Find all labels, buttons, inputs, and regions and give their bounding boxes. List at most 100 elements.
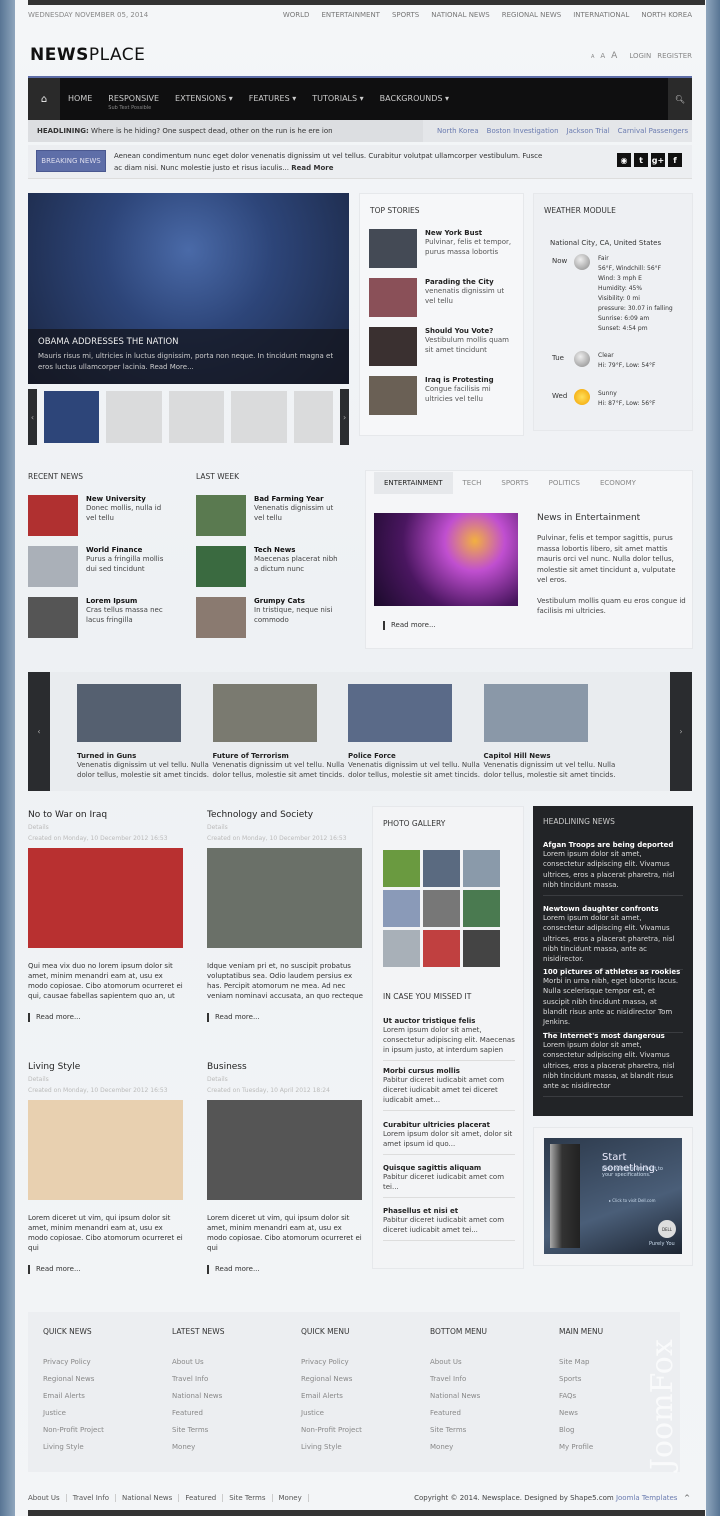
carousel-title[interactable]: Police Force	[348, 752, 480, 760]
news-title[interactable]: New University	[86, 495, 171, 503]
footer-link[interactable]: Email Alerts	[43, 1388, 104, 1405]
story-title[interactable]: Should You Vote?	[425, 327, 515, 335]
tab-sports[interactable]: SPORTS	[491, 472, 538, 494]
carousel-image[interactable]	[77, 684, 181, 742]
chevron-right-icon[interactable]: ›	[670, 672, 692, 791]
ad-image[interactable]: Start something. Dell systems are built …	[544, 1138, 682, 1254]
headlining-item[interactable]: The Internet's most dangerous Lorem ipsum…	[543, 1032, 683, 1098]
google-plus-icon[interactable]: g+	[651, 153, 665, 167]
news-image[interactable]	[196, 546, 246, 587]
news-title[interactable]: World Finance	[86, 546, 171, 554]
missed-item[interactable]: Ut auctor tristique felis Lorem ipsum dol…	[383, 1017, 515, 1061]
font-medium-button[interactable]: A	[600, 52, 605, 60]
read-more-link[interactable]: Read more...	[28, 1265, 184, 1274]
missed-item[interactable]: Phasellus et nisi et Pabitur diceret iudi…	[383, 1207, 515, 1241]
footer-link[interactable]: Privacy Policy	[301, 1354, 362, 1371]
top-nav-link[interactable]: INTERNATIONAL	[573, 11, 629, 19]
gallery-thumb[interactable]	[423, 930, 460, 967]
hero-slide[interactable]: OBAMA ADDRESSES THE NATION Mauris risus m…	[28, 193, 349, 384]
tab-politics[interactable]: POLITICS	[539, 472, 590, 494]
headlining-item[interactable]: 100 pictures of athletes as rookies Morbi…	[543, 968, 683, 1034]
missed-title-link[interactable]: Phasellus et nisi et	[383, 1207, 515, 1215]
footer-link[interactable]: About Us	[172, 1354, 224, 1371]
headlining-item-title[interactable]: Newtown daughter confronts	[543, 905, 683, 913]
gallery-thumb[interactable]	[383, 890, 420, 927]
story-image[interactable]	[369, 229, 417, 268]
story-image[interactable]	[369, 278, 417, 317]
gallery-thumb[interactable]	[383, 930, 420, 967]
carousel-item[interactable]: Capitol Hill News Venenatis dignissim ut …	[483, 684, 616, 780]
article-title[interactable]: Technology and Society	[207, 810, 363, 820]
footer-link[interactable]: Living Style	[301, 1439, 362, 1456]
slider-thumb[interactable]	[168, 391, 225, 443]
breaking-news-button[interactable]: BREAKING NEWS	[36, 150, 106, 172]
twitter-icon[interactable]: t	[634, 153, 648, 167]
register-link[interactable]: REGISTER	[657, 52, 692, 60]
missed-item[interactable]: Morbi cursus mollis Pabitur diceret iudic…	[383, 1067, 515, 1111]
carousel-item[interactable]: Future of Terrorism Venenatis dignissim u…	[212, 684, 345, 780]
bottom-link[interactable]: Featured	[179, 1494, 224, 1502]
footer-link[interactable]: News	[559, 1405, 603, 1422]
joomla-templates-link[interactable]: Joomla Templates	[616, 1494, 678, 1502]
logo[interactable]: NEWSPLACE	[30, 45, 145, 65]
headlining-link[interactable]: Jackson Trial	[567, 127, 610, 135]
slider-thumb[interactable]	[231, 391, 287, 443]
headlining-item[interactable]: Newtown daughter confronts Lorem ipsum do…	[543, 905, 683, 971]
read-more-link[interactable]: Read more...	[28, 1013, 184, 1022]
news-image[interactable]	[196, 597, 246, 638]
bottom-link[interactable]: Travel Info	[67, 1494, 116, 1502]
home-icon[interactable]: ⌂	[28, 78, 60, 120]
bottom-link[interactable]: National News	[116, 1494, 180, 1502]
back-to-top-icon[interactable]: ^	[684, 1494, 690, 1502]
breaking-read-more[interactable]: Read More	[291, 164, 333, 172]
article-image[interactable]	[28, 1100, 183, 1200]
nav-item[interactable]: RESPONSIVE Sub Text Possible	[100, 78, 167, 111]
top-nav-link[interactable]: NORTH KOREA	[641, 11, 692, 19]
footer-link[interactable]: Email Alerts	[301, 1388, 362, 1405]
slider-thumb[interactable]	[106, 391, 162, 443]
font-small-button[interactable]: A	[591, 54, 594, 60]
top-nav-link[interactable]: SPORTS	[392, 11, 419, 19]
article-title[interactable]: No to War on Iraq	[28, 810, 184, 820]
footer-link[interactable]: Sports	[559, 1371, 603, 1388]
carousel-title[interactable]: Future of Terrorism	[213, 752, 345, 760]
bottom-link[interactable]: Money	[273, 1494, 309, 1502]
carousel-image[interactable]	[483, 684, 588, 742]
missed-title-link[interactable]: Morbi cursus mollis	[383, 1067, 515, 1075]
top-nav-link[interactable]: NATIONAL NEWS	[431, 11, 490, 19]
story-title[interactable]: Parading the City	[425, 278, 515, 286]
slider-thumb[interactable]	[293, 391, 334, 443]
carousel-item[interactable]: Turned in Guns Venenatis dignissim ut vel…	[77, 684, 209, 780]
nav-item[interactable]: BACKGROUNDS ▾	[372, 78, 457, 103]
news-title[interactable]: Grumpy Cats	[254, 597, 339, 605]
footer-link[interactable]: Site Terms	[430, 1422, 487, 1439]
footer-link[interactable]: Blog	[559, 1422, 603, 1439]
headlining-link[interactable]: North Korea	[437, 127, 479, 135]
tab-entertainment[interactable]: ENTERTAINMENT	[374, 472, 453, 494]
footer-link[interactable]: National News	[430, 1388, 487, 1405]
top-story[interactable]: Should You Vote? Vestibulum mollis quam s…	[369, 327, 515, 366]
footer-link[interactable]: Non-Profit Project	[43, 1422, 104, 1439]
headlining-item-title[interactable]: The Internet's most dangerous	[543, 1032, 683, 1040]
story-title[interactable]: New York Bust	[425, 229, 515, 237]
footer-link[interactable]: FAQs	[559, 1388, 603, 1405]
footer-link[interactable]: Money	[430, 1439, 487, 1456]
login-link[interactable]: LOGIN	[629, 52, 651, 60]
font-large-button[interactable]: A	[611, 51, 617, 61]
headlining-item[interactable]: Afgan Troops are being deported Lorem ips…	[543, 841, 683, 897]
footer-link[interactable]: Non-Profit Project	[301, 1422, 362, 1439]
rss-icon[interactable]: ◉	[617, 153, 631, 167]
news-image[interactable]	[28, 597, 78, 638]
top-nav-link[interactable]: WORLD	[283, 11, 310, 19]
footer-link[interactable]: Site Map	[559, 1354, 603, 1371]
news-item[interactable]: New University Donec mollis, nulla id vel…	[28, 495, 171, 536]
search-icon[interactable]: 🔍︎	[668, 78, 692, 120]
article-title[interactable]: Business	[207, 1062, 363, 1072]
missed-item[interactable]: Quisque sagittis aliquam Pabitur diceret …	[383, 1164, 515, 1198]
footer-link[interactable]: Justice	[43, 1405, 104, 1422]
article-title[interactable]: Living Style	[28, 1062, 184, 1072]
missed-title-link[interactable]: Ut auctor tristique felis	[383, 1017, 515, 1025]
slider-thumb[interactable]	[43, 391, 100, 443]
headlining-text[interactable]: Where is he hiding? One suspect dead, ot…	[91, 127, 333, 135]
article-image[interactable]	[207, 1100, 362, 1200]
